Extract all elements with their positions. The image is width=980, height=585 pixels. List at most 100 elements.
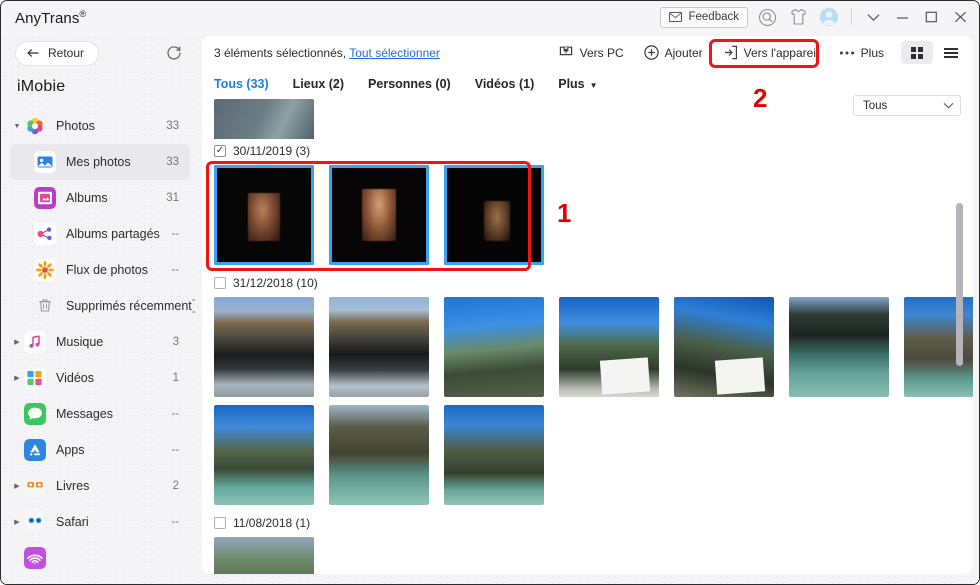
to-device-label: Vers l'appareil xyxy=(744,46,819,60)
sidebar-item-albums-partag-s[interactable]: Albums partagés-- xyxy=(10,216,190,252)
date-group-label: 31/12/2018 (10) xyxy=(233,276,318,290)
sidebar-item-flux-de-photos[interactable]: Flux de photos-- xyxy=(10,252,190,288)
photo-ice-1[interactable] xyxy=(214,297,314,397)
maximize-icon[interactable] xyxy=(920,6,942,28)
photo-row xyxy=(214,537,973,574)
photo-forest-1[interactable] xyxy=(214,537,314,574)
photo-hill-3[interactable] xyxy=(444,405,544,505)
photo-concert-1[interactable] xyxy=(214,165,314,265)
sidebar-item-count: -- xyxy=(171,408,190,420)
date-group-header: 31/12/2018 (10) xyxy=(214,273,973,293)
sidebar-item-albums[interactable]: Albums31 xyxy=(10,180,190,216)
sidebar-item-label: Musique xyxy=(56,335,173,349)
sidebar-item-label: Flux de photos xyxy=(66,263,171,277)
list-view-icon xyxy=(943,47,959,59)
photo-sign-1[interactable] xyxy=(559,297,659,397)
add-button[interactable]: Ajouter xyxy=(635,40,712,65)
title-bar: AnyTrans® Feedback xyxy=(1,1,979,34)
trash-icon xyxy=(34,295,56,317)
photos-icon xyxy=(24,115,46,137)
titlebar-actions: Feedback xyxy=(660,5,971,29)
sidebar-item-apps[interactable]: Apps-- xyxy=(10,432,190,468)
tab-tous-33[interactable]: Tous (33) xyxy=(214,77,269,91)
group-checkbox[interactable] xyxy=(214,517,226,529)
photo-stream-icon xyxy=(34,259,56,281)
photo-concert-3[interactable] xyxy=(444,165,544,265)
list-view-button[interactable] xyxy=(935,41,967,64)
date-group-label: 11/08/2018 (1) xyxy=(233,516,310,530)
tab-plus[interactable]: Plus ▼ xyxy=(558,77,597,91)
back-button[interactable]: Retour xyxy=(15,41,99,66)
sidebar-item-label: Albums xyxy=(66,191,166,205)
vertical-scrollbar[interactable] xyxy=(956,203,963,366)
refresh-icon[interactable] xyxy=(163,42,185,64)
books-icon xyxy=(24,475,46,497)
grid-view-button[interactable] xyxy=(901,41,933,64)
sidebar-item-count: 33 xyxy=(166,120,190,132)
plus-circle-icon xyxy=(644,45,659,60)
photo-road-partial[interactable] xyxy=(214,99,314,139)
sidebar-item-musique[interactable]: ▶Musique3 xyxy=(10,324,190,360)
grid-view-icon xyxy=(910,46,924,60)
photo-hill-2[interactable] xyxy=(329,405,429,505)
chevron-right-icon[interactable]: ▶ xyxy=(10,338,24,346)
date-group-header: 11/08/2018 (1) xyxy=(214,513,973,533)
photo-sky-1[interactable] xyxy=(444,297,544,397)
chevron-right-icon[interactable]: ▶ xyxy=(10,482,24,490)
tshirt-icon[interactable] xyxy=(786,5,810,29)
sidebar-item-label: Supprimés récemment xyxy=(66,299,192,313)
sidebar-item-count: -- xyxy=(192,294,199,318)
chevron-right-icon[interactable]: ▶ xyxy=(10,374,24,382)
tab-label: Plus xyxy=(558,77,584,91)
sidebar-item-vid-os[interactable]: ▶Vidéos1 xyxy=(10,360,190,396)
close-icon[interactable] xyxy=(949,6,971,28)
ellipsis-icon xyxy=(839,50,855,56)
tab-vid-os-1[interactable]: Vidéos (1) xyxy=(475,77,535,91)
more-button[interactable]: Plus xyxy=(830,40,893,65)
sidebar-item-count: -- xyxy=(171,516,190,528)
sidebar-item-messages[interactable]: Messages-- xyxy=(10,396,190,432)
select-all-link[interactable]: Tout sélectionner xyxy=(349,46,440,60)
app-title: AnyTrans® xyxy=(15,9,86,27)
sidebar-item-safari[interactable]: ▶ Safari-- xyxy=(10,504,190,540)
tab-label: Vidéos (1) xyxy=(475,77,535,91)
photo-groups: 30/11/2019 (3) 31/12/2018 (10) 11/08/2018 … xyxy=(214,141,973,574)
my-photos-icon xyxy=(34,151,56,173)
search-icon[interactable] xyxy=(755,5,779,29)
sidebar-item-count: -- xyxy=(171,228,190,240)
feedback-button[interactable]: Feedback xyxy=(660,7,748,28)
account-name: iMobie xyxy=(1,72,199,108)
sidebar-item-partial[interactable] xyxy=(10,540,190,576)
photo-concert-2[interactable] xyxy=(329,165,429,265)
chevron-down-icon[interactable]: ▼ xyxy=(10,123,24,130)
photo-sign-2[interactable] xyxy=(674,297,774,397)
chevron-down-icon: ▼ xyxy=(590,81,598,90)
minimize-icon[interactable] xyxy=(891,6,913,28)
main-area: 3 éléments sélectionnés, Tout sélectionn… xyxy=(199,34,979,584)
photo-sky-2[interactable] xyxy=(214,405,314,505)
content-panel: 3 éléments sélectionnés, Tout sélectionn… xyxy=(202,36,973,574)
chevron-right-icon[interactable]: ▶ xyxy=(10,518,24,526)
photo-ice-2[interactable] xyxy=(329,297,429,397)
tab-personnes-0[interactable]: Personnes (0) xyxy=(368,77,451,91)
sidebar-item-supprim-s-r-cemment[interactable]: Supprimés récemment-- xyxy=(10,288,190,324)
sidebar-item-mes-photos[interactable]: Mes photos33 xyxy=(10,144,190,180)
photo-lake-1[interactable] xyxy=(789,297,889,397)
tab-lieux-2[interactable]: Lieux (2) xyxy=(293,77,344,91)
account-avatar-icon[interactable] xyxy=(817,5,841,29)
to-device-button[interactable]: Vers l'appareil xyxy=(714,40,828,65)
date-group-header: 30/11/2019 (3) xyxy=(214,141,973,161)
sidebar-item-label: Apps xyxy=(56,443,171,457)
sidebar-item-label: Livres xyxy=(56,479,173,493)
group-checkbox[interactable] xyxy=(214,145,226,157)
sidebar-item-livres[interactable]: ▶Livres2 xyxy=(10,468,190,504)
chevron-down-icon[interactable] xyxy=(862,6,884,28)
group-checkbox[interactable] xyxy=(214,277,226,289)
safari-icon xyxy=(24,511,46,533)
import-to-device-icon xyxy=(723,45,738,60)
sidebar-item-label: Safari xyxy=(56,515,171,529)
photo-grid: 30/11/2019 (3) 31/12/2018 (10) 11/08/2018 … xyxy=(202,99,973,574)
sidebar-item-count: 1 xyxy=(173,372,190,384)
to-pc-button[interactable]: Vers PC xyxy=(549,40,633,65)
sidebar-item-photos[interactable]: ▼Photos33 xyxy=(10,108,190,144)
